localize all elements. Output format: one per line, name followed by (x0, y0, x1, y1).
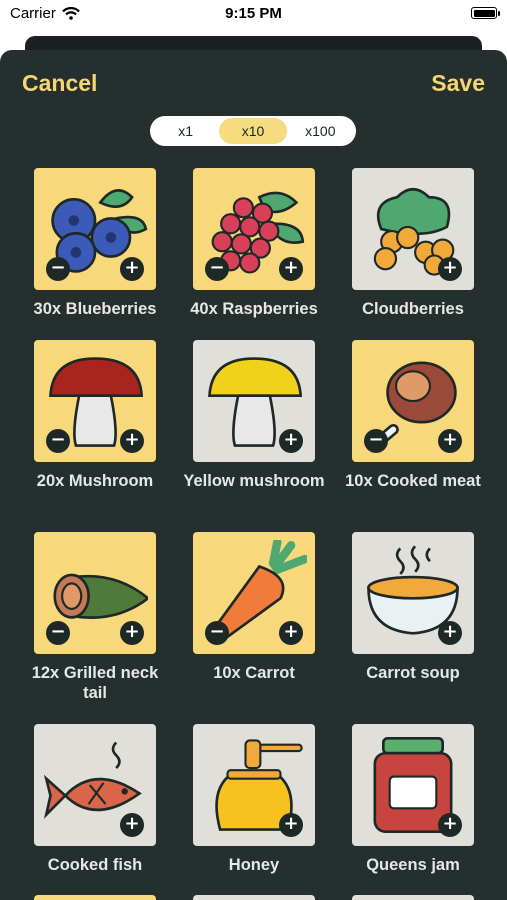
decrease-button[interactable]: − (46, 257, 70, 281)
status-bar: Carrier 9:15 PM (0, 0, 507, 30)
increase-button[interactable]: + (279, 621, 303, 645)
item-tile[interactable]: + (193, 340, 315, 462)
item-label: Queens jam (366, 856, 460, 874)
item-label: 10x Carrot (213, 664, 295, 682)
item-label: Carrot soup (366, 664, 460, 682)
increase-button[interactable]: + (120, 621, 144, 645)
item-tile[interactable]: + (352, 532, 474, 654)
multiplier-option-x1[interactable]: x1 (152, 118, 219, 144)
multiplier-segmented-control: x1 x10 x100 (150, 116, 356, 146)
item-tile[interactable]: − + (193, 532, 315, 654)
item-tile[interactable]: + (352, 168, 474, 290)
item-tile[interactable]: + (193, 724, 315, 846)
status-time: 9:15 PM (225, 5, 282, 22)
battery-icon (471, 7, 500, 19)
increase-button[interactable]: + (120, 429, 144, 453)
decrease-button[interactable]: − (46, 621, 70, 645)
increase-button[interactable]: + (120, 813, 144, 837)
item-label: 20x Mushroom (36, 472, 154, 490)
item-label: 10x Cooked meat (345, 472, 481, 490)
increase-button[interactable]: + (279, 429, 303, 453)
item-label: Cooked fish (47, 856, 143, 874)
item-label: 30x Blueberries (33, 300, 157, 318)
increase-button[interactable]: + (120, 257, 144, 281)
item-tile[interactable]: + (352, 724, 474, 846)
item-label: Honey (228, 856, 280, 874)
decrease-button[interactable]: − (364, 429, 388, 453)
item-label: 40x Raspberries (190, 300, 318, 318)
increase-button[interactable]: + (438, 429, 462, 453)
decrease-button[interactable]: − (46, 429, 70, 453)
save-button[interactable]: Save (431, 70, 485, 97)
multiplier-option-x100[interactable]: x100 (287, 118, 354, 144)
item-tile[interactable]: − + (193, 168, 315, 290)
increase-button[interactable]: + (438, 621, 462, 645)
increase-button[interactable]: + (438, 813, 462, 837)
decrease-button[interactable]: − (205, 621, 229, 645)
item-tile[interactable]: − + (34, 168, 156, 290)
next-row-tile (34, 895, 156, 900)
item-tile[interactable]: + (34, 724, 156, 846)
decrease-button[interactable]: − (205, 257, 229, 281)
next-row-tile (352, 895, 474, 900)
item-tile[interactable]: − + (34, 532, 156, 654)
item-label: Yellow mushroom (183, 472, 325, 490)
increase-button[interactable]: + (438, 257, 462, 281)
next-row-tile (193, 895, 315, 900)
item-label: Cloudberries (362, 300, 464, 318)
edit-inventory-sheet: Cancel Save x1 x10 x100 − + 30x Blueberr… (0, 50, 507, 900)
increase-button[interactable]: + (279, 257, 303, 281)
item-tile[interactable]: − + (34, 340, 156, 462)
item-label: 12x Grilled neck tail (31, 664, 159, 702)
cancel-button[interactable]: Cancel (22, 70, 97, 97)
increase-button[interactable]: + (279, 813, 303, 837)
item-tile[interactable]: − + (352, 340, 474, 462)
multiplier-option-x10[interactable]: x10 (219, 118, 287, 144)
